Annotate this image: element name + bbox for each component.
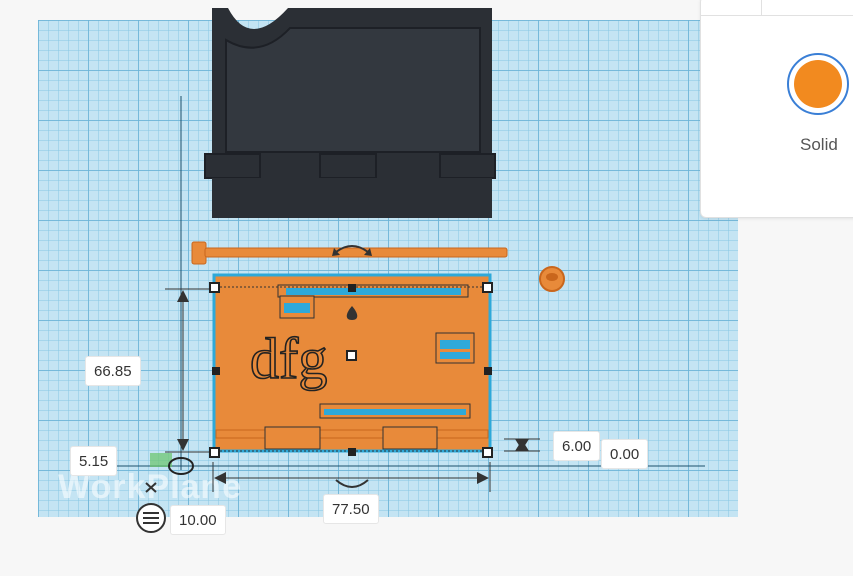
height-input[interactable]: 66.85	[85, 356, 141, 386]
shape-inspector-panel: Solid	[700, 0, 853, 218]
black-box-part[interactable]	[204, 8, 496, 218]
ruler-menu-icon[interactable]	[136, 503, 166, 533]
solid-color-button[interactable]	[787, 53, 849, 115]
resize-handle-bottom-left[interactable]	[209, 447, 220, 458]
rotate-arrow-bottom[interactable]	[335, 479, 369, 488]
depth-input[interactable]: 6.00	[553, 431, 601, 461]
resize-handle-right-mid[interactable]	[484, 367, 492, 375]
height-handle[interactable]	[346, 350, 357, 361]
logo-text: dfg	[250, 326, 327, 391]
solid-label: Solid	[800, 135, 838, 154]
orange-nut-part[interactable]	[539, 266, 565, 292]
resize-handle-bottom-right[interactable]	[482, 447, 493, 458]
width-input[interactable]: 77.50	[323, 494, 379, 524]
panel-header	[701, 0, 853, 16]
color-swatch	[794, 60, 842, 108]
resize-handle-left-mid[interactable]	[212, 367, 220, 375]
y-offset-input[interactable]: 10.00	[170, 505, 226, 535]
orange-plate-part[interactable]: dfg	[212, 273, 492, 453]
resize-handle-top-left[interactable]	[209, 282, 220, 293]
x-offset-input[interactable]: 5.15	[70, 446, 118, 476]
resize-handle-bottom-mid[interactable]	[348, 448, 356, 456]
resize-handle-top-right[interactable]	[482, 282, 493, 293]
elevation-input[interactable]: 0.00	[601, 439, 649, 469]
resize-handle-top-mid[interactable]	[348, 284, 356, 292]
